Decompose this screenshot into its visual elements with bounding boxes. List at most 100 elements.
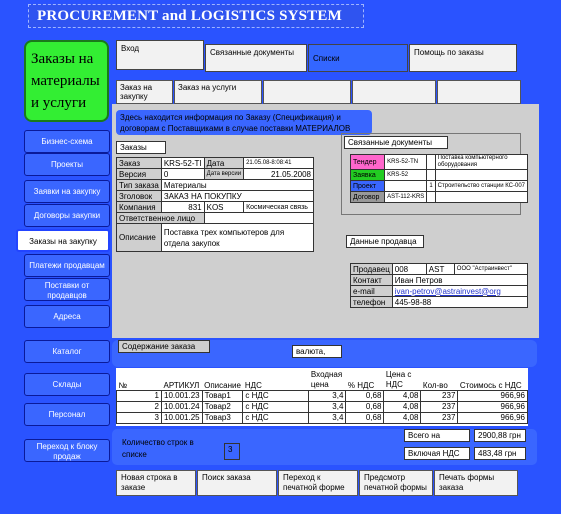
related-docs-table: Тендер KRS-52-TN Поставка компьютерного … (349, 154, 529, 203)
date-label: Дата (203, 157, 245, 169)
table-row[interactable]: 2 10.001.24 Товар2 с НДС 3,4 0,68 4,08 2… (116, 400, 528, 413)
seller-name: ООО "Астраинвест" (453, 263, 529, 275)
preview-print-button[interactable]: Предсмотр печатной формы (359, 470, 433, 496)
project-text: Строительство станции КС-007 (434, 180, 529, 192)
order-number[interactable]: KRS-52-TI (160, 157, 205, 169)
sidebar-item-catalog[interactable]: Каталог (24, 340, 110, 363)
tab-purchase-order[interactable]: Заказ на закупку (116, 80, 173, 104)
sidebar-item-warehouses[interactable]: Склады (24, 373, 110, 396)
tab-empty-3[interactable] (437, 80, 521, 104)
sidebar-item-seller-payments[interactable]: Платежи продавцам (24, 254, 110, 277)
seller-table: Продавец 008 AST ООО "Астраинвест" Конта… (350, 263, 529, 308)
related-docs-header: Связанные документы (344, 136, 448, 149)
col-input-price: Входная цена (310, 369, 343, 389)
sidebar-item-supplier-deliveries[interactable]: Поставки от продавцов (24, 278, 110, 301)
table-row[interactable]: 3 10.001.25 Товар3 с НДС 3,4 0,68 4,08 2… (116, 411, 528, 424)
responsible-field[interactable] (203, 212, 315, 224)
cell: с НДС (242, 389, 310, 402)
phone-value[interactable]: 445-98-88 (391, 296, 529, 308)
contact-value[interactable]: Иван Петров (391, 274, 529, 286)
print-form-button[interactable]: Переход к печатной форме (278, 470, 358, 496)
project-code[interactable] (384, 180, 428, 192)
email-link[interactable]: ivan-petrov@astrainvest@org (391, 285, 529, 297)
cell: 0,68 (345, 389, 385, 402)
new-row-button[interactable]: Новая строка в заказе (116, 470, 196, 496)
cell: 10.001.23 (161, 389, 203, 402)
cell: с НДС (242, 400, 310, 413)
cell: 237 (420, 400, 459, 413)
cell: 3,4 (308, 400, 347, 413)
order-date[interactable]: 21.05.08-8:08:41 (243, 157, 314, 169)
related-docs-button[interactable]: Связанные документы (205, 44, 307, 72)
order-label: Заказ (116, 157, 162, 169)
tender-code[interactable]: KRS-52-TN (384, 154, 428, 170)
order-heading[interactable]: ЗАКАЗ НА ПОКУПКУ (160, 190, 315, 202)
tender-label: Тендер (349, 154, 386, 170)
version-label: Версия (116, 168, 162, 180)
contract-code[interactable]: AST-112-KRS (384, 191, 428, 203)
project-label: Проект (349, 180, 386, 192)
order-help-button[interactable]: Помощь по заказы (409, 44, 517, 72)
cell: 10.001.24 (161, 400, 203, 413)
cell: Товар1 (201, 389, 244, 402)
request-text (434, 169, 529, 181)
lists-button[interactable]: Списки (308, 44, 408, 72)
col-price-with-vat: Цена с НДС (385, 369, 412, 389)
table-row[interactable]: 1 10.001.23 Товар1 с НДС 3,4 0,68 4,08 2… (116, 389, 528, 402)
project-n: 1 (426, 180, 436, 192)
col-description: Описание (204, 380, 241, 390)
cell: 4,08 (383, 389, 422, 402)
phone-label: телефон (350, 296, 393, 308)
col-article: АРТИКУЛ (163, 380, 200, 390)
type-label: Тип заказа (116, 179, 162, 191)
sidebar-item-projects[interactable]: Проекты (24, 153, 110, 176)
login-button[interactable]: Вход (116, 40, 204, 70)
orders-table: Заказ KRS-52-TI Дата 21.05.08-8:08:41 Ве… (116, 157, 315, 252)
app-title: PROCUREMENT and LOGISTICS SYSTEM (28, 4, 364, 28)
vat-value: 483,48 грн (474, 447, 526, 460)
cell: 3,4 (308, 411, 347, 424)
tab-empty-1[interactable] (263, 80, 351, 104)
sidebar-item-staff[interactable]: Персонал (24, 403, 110, 426)
sidebar-item-addresses[interactable]: Адреса (24, 305, 110, 328)
contract-text (434, 191, 529, 203)
col-quantity: Кол-во (422, 380, 448, 390)
tab-service-order[interactable]: Заказ на услуги (174, 80, 262, 104)
cell: с НДС (242, 411, 310, 424)
currency-field[interactable]: валюта, (292, 345, 342, 358)
rows-count: 3 (224, 443, 240, 460)
rows-count-label: Количество строк в списке (122, 438, 194, 459)
company-code[interactable]: 831 (160, 201, 205, 213)
cell: 3 (116, 411, 162, 424)
sidebar-item-purchase-orders[interactable]: Заказы на закупку (16, 229, 110, 252)
order-description[interactable]: Поставка трех компьютеров для отдела зак… (160, 223, 315, 252)
col-number: № (118, 380, 128, 390)
orders-header: Заказы (116, 141, 166, 154)
sidebar-item-purchase-contracts[interactable]: Договоры закупки (24, 204, 110, 227)
brand-block: Заказы на материалы и услуги (24, 40, 109, 122)
seller-code[interactable]: 008 (391, 263, 427, 275)
version-date[interactable]: 21.05.2008 (243, 168, 314, 180)
print-order-button[interactable]: Печать формы заказа (434, 470, 518, 496)
version-value[interactable]: 0 (160, 168, 205, 180)
sidebar-item-business-scheme[interactable]: Бизнес-схема (24, 130, 110, 153)
vat-label: Включая НДС (404, 447, 470, 460)
sidebar-item-sales-block[interactable]: Переход к блоку продаж (24, 439, 110, 462)
tab-empty-2[interactable] (352, 80, 436, 104)
seller-short: AST (425, 263, 455, 275)
seller-label: Продавец (350, 263, 393, 275)
sidebar-item-purchase-requests[interactable]: Заявки на закупку (24, 180, 110, 203)
total-label: Всего на (404, 429, 470, 442)
request-code[interactable]: KRS-52 (384, 169, 428, 181)
company-label: Компания (116, 201, 162, 213)
search-order-button[interactable]: Поиск заказа (197, 470, 277, 496)
cell: 1 (116, 389, 162, 402)
cell: 4,08 (383, 400, 422, 413)
responsible-label: Ответственное лицо (116, 212, 205, 224)
cell: Товар2 (201, 400, 244, 413)
request-n (426, 169, 436, 181)
total-value: 2900,88 грн (474, 429, 526, 442)
tender-n (426, 154, 436, 170)
order-type[interactable]: Материалы (160, 179, 315, 191)
seller-header: Данные продавца (346, 235, 424, 248)
